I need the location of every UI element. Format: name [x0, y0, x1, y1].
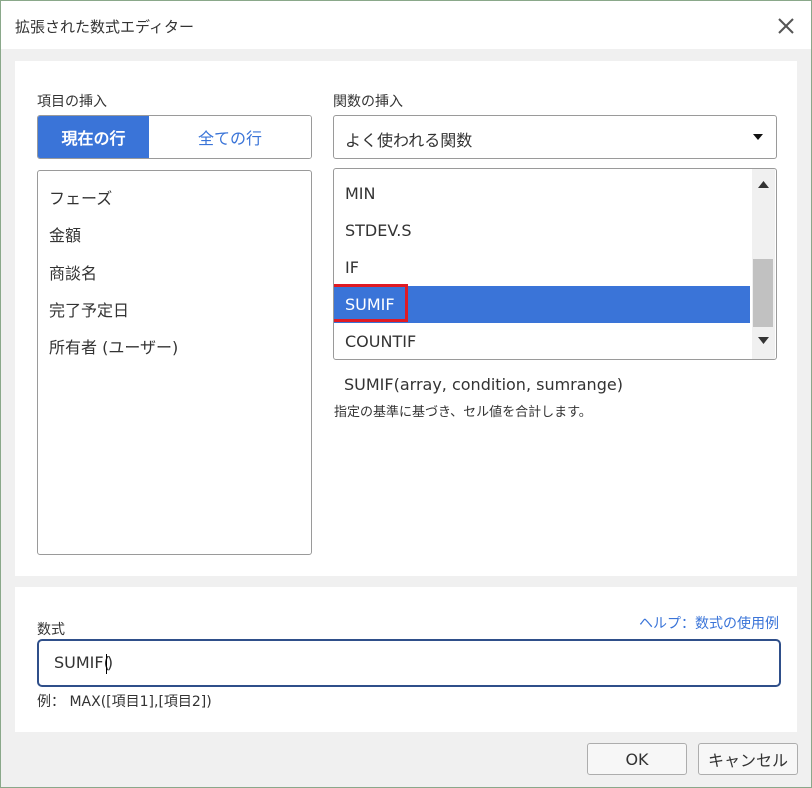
title-bar: 拡張された数式エディター — [1, 1, 811, 49]
formula-example: 例： MAX([項目1],[項目2]) — [37, 694, 212, 710]
toggle-current-row[interactable]: 現在の行 — [38, 116, 149, 158]
function-item-label: IF — [345, 258, 359, 277]
field-item-deal-name[interactable]: 商談名 — [49, 260, 97, 284]
close-button[interactable] — [773, 13, 799, 39]
function-item-min[interactable]: MIN — [334, 175, 750, 212]
help-link[interactable]: ヘルプ：数式の使用例 — [639, 613, 779, 633]
toggle-all-rows[interactable]: 全ての行 — [149, 116, 311, 158]
dropdown-arrow-icon — [753, 134, 763, 140]
field-item-phase[interactable]: フェーズ — [49, 185, 112, 209]
function-item-label: STDEV.S — [345, 221, 412, 240]
function-list-scrollbar[interactable] — [752, 169, 775, 359]
formula-label: 数式 — [37, 622, 65, 638]
cancel-button[interactable]: キャンセル — [698, 743, 798, 775]
function-list: MIN STDEV.S IF SUMIF COUNTIF — [333, 168, 777, 360]
function-item-countif[interactable]: COUNTIF — [334, 323, 750, 359]
ok-button[interactable]: OK — [587, 743, 687, 775]
field-list: フェーズ 金額 商談名 完了予定日 所有者 (ユーザー) — [37, 170, 312, 555]
formula-text: SUMIF() — [54, 653, 113, 674]
row-scope-toggle: 現在の行 全ての行 — [37, 115, 312, 159]
function-description: 指定の基準に基づき、セル値を合計します。 — [334, 405, 592, 420]
function-category-select[interactable]: よく使われる関数 — [333, 115, 777, 159]
function-signature: SUMIF(array, condition, sumrange) — [344, 375, 623, 394]
insert-function-label: 関数の挿入 — [333, 94, 403, 110]
function-item-stdev-s[interactable]: STDEV.S — [334, 212, 750, 249]
field-item-close-date[interactable]: 完了予定日 — [49, 297, 129, 321]
insert-panel: 項目の挿入 現在の行 全ての行 フェーズ 金額 商談名 完了予定日 所有者 (ユ… — [15, 61, 797, 576]
insert-field-label: 項目の挿入 — [37, 94, 107, 110]
field-item-owner[interactable]: 所有者 (ユーザー) — [49, 334, 178, 358]
close-icon — [778, 18, 794, 34]
field-item-amount[interactable]: 金額 — [49, 222, 81, 246]
function-item-if[interactable]: IF — [334, 249, 750, 286]
formula-before-caret: SUMIF( — [54, 653, 110, 672]
dialog-title: 拡張された数式エディター — [15, 18, 194, 36]
function-item-label: MIN — [345, 184, 376, 203]
scroll-thumb[interactable] — [753, 259, 773, 327]
formula-editor-dialog: 拡張された数式エディター 項目の挿入 現在の行 全ての行 フェーズ 金額 商談名… — [0, 0, 812, 788]
function-category-value: よく使われる関数 — [345, 131, 473, 150]
scroll-down-icon[interactable] — [758, 337, 769, 344]
formula-panel: 数式 ヘルプ：数式の使用例 SUMIF() 例： MAX([項目1],[項目2]… — [15, 587, 797, 732]
formula-after-caret: ) — [106, 653, 114, 672]
formula-input[interactable]: SUMIF() — [37, 639, 781, 687]
function-item-sumif[interactable]: SUMIF — [334, 284, 750, 323]
function-item-label: COUNTIF — [345, 332, 417, 351]
selection-highlight-box — [334, 284, 408, 322]
scroll-up-icon[interactable] — [758, 181, 769, 188]
